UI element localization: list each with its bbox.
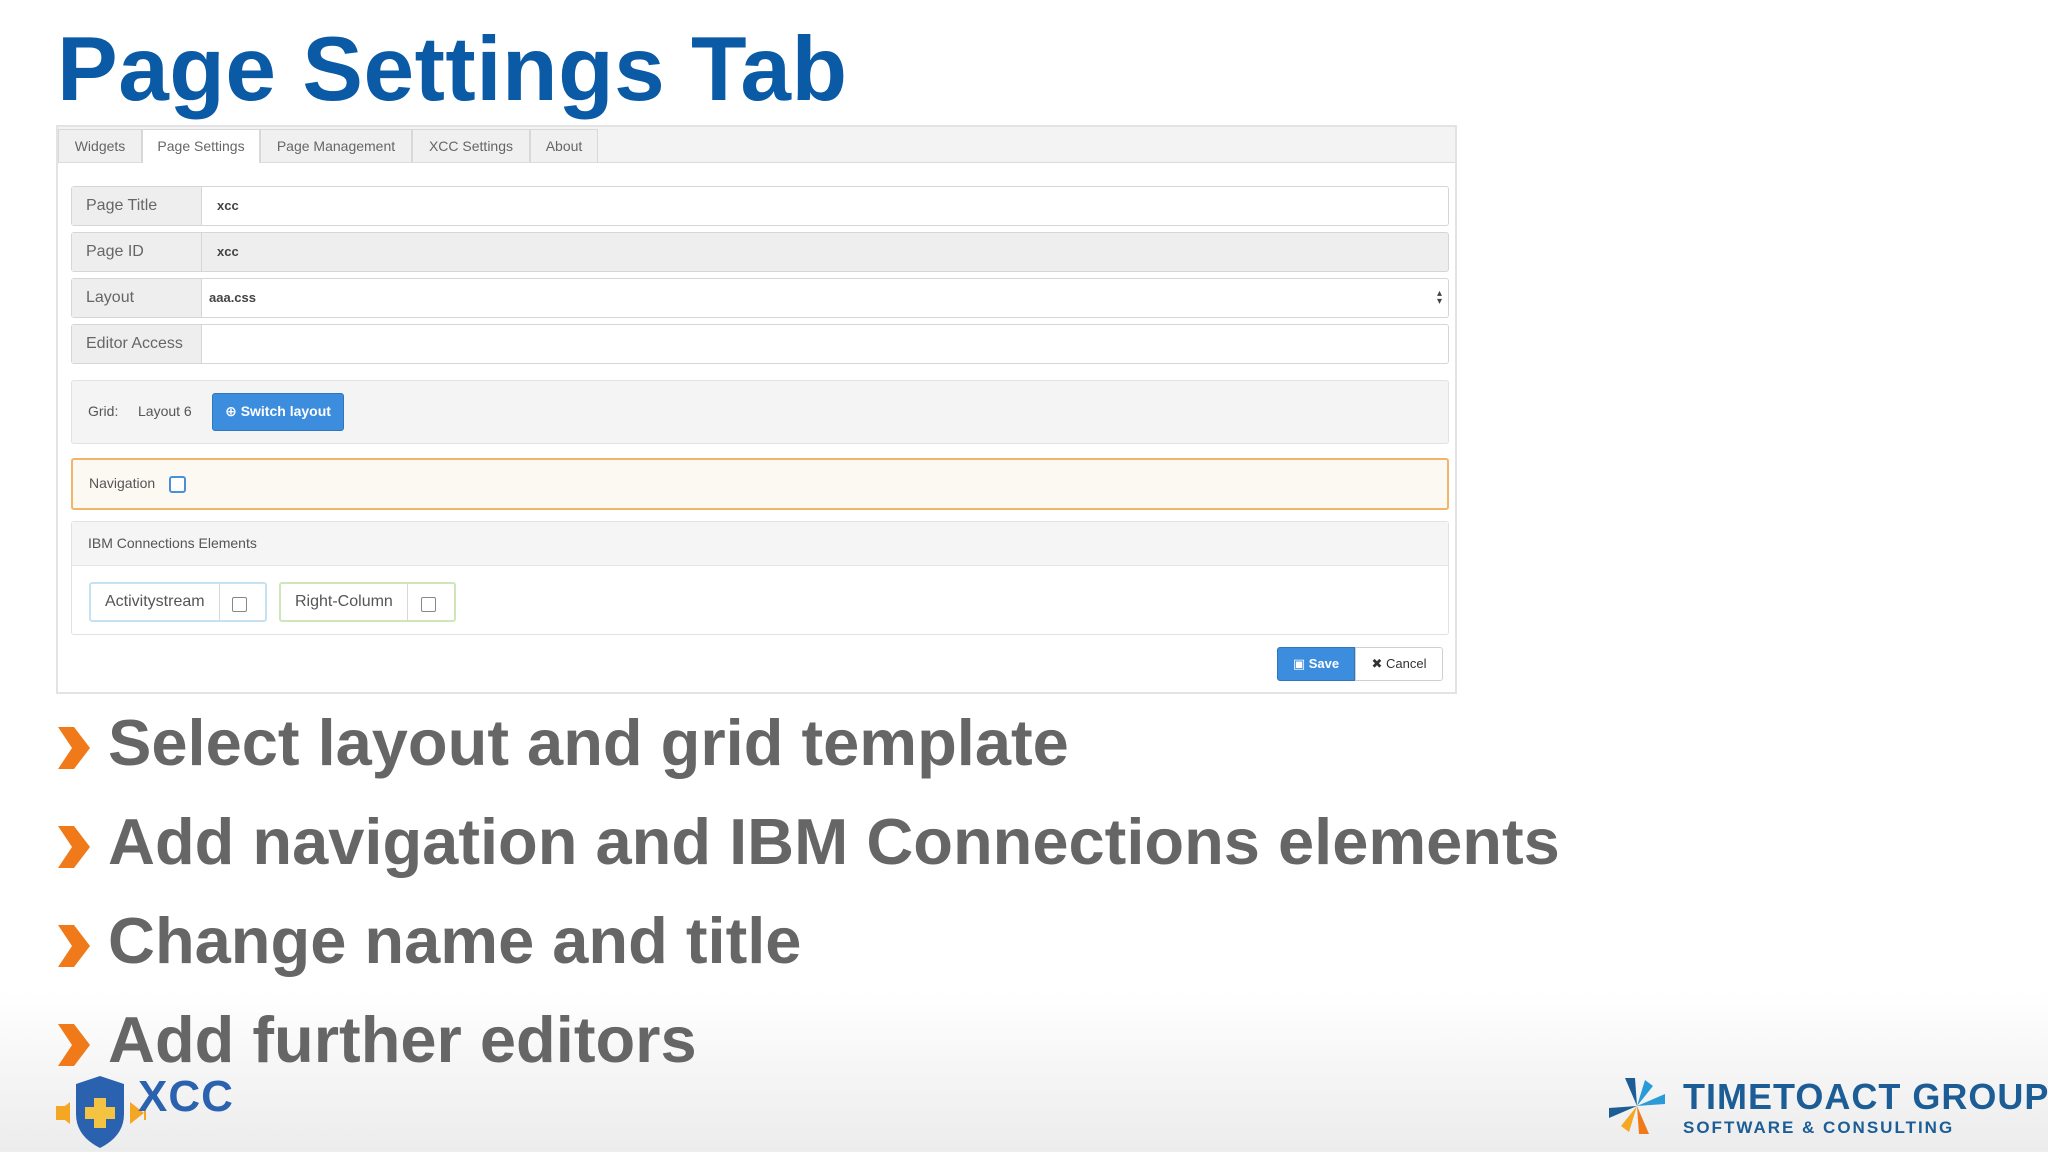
cancel-label: Cancel xyxy=(1386,656,1427,671)
grid-section: Grid: Layout 6 ⊕ Switch layout xyxy=(71,380,1449,444)
timetoact-logo: TIMETOACT GROUP SOFTWARE & CONSULTING xyxy=(1605,1076,2048,1146)
editor-access-label: Editor Access xyxy=(72,325,202,363)
page-id-field: Page ID xcc xyxy=(71,232,1449,272)
tab-page-management[interactable]: Page Management xyxy=(260,129,412,162)
right-column-toggle[interactable]: Right-Column xyxy=(279,582,456,622)
activitystream-checkbox[interactable] xyxy=(232,597,247,612)
cancel-button[interactable]: ✖ Cancel xyxy=(1355,647,1443,681)
bullet-text: Select layout and grid template xyxy=(108,706,1069,779)
chevron-right-icon xyxy=(58,1024,90,1066)
tab-bar: Widgets Page Settings Page Management XC… xyxy=(58,127,1455,163)
page-title-field[interactable]: Page Title xcc xyxy=(71,186,1449,226)
navigation-checkbox[interactable] xyxy=(169,476,186,493)
timetoact-subtitle: SOFTWARE & CONSULTING xyxy=(1683,1118,1955,1137)
switch-layout-button[interactable]: ⊕ Switch layout xyxy=(212,393,344,431)
close-icon: ✖ xyxy=(1371,656,1383,671)
timetoact-wordmark: TIMETOACT GROUP xyxy=(1683,1076,2048,1117)
tab-xcc-settings[interactable]: XCC Settings xyxy=(412,129,530,162)
page-id-label: Page ID xyxy=(72,233,202,271)
right-column-checkbox[interactable] xyxy=(421,597,436,612)
tab-page-settings[interactable]: Page Settings xyxy=(142,129,260,163)
bullet-text: Add further editors xyxy=(108,1003,697,1076)
activitystream-label: Activitystream xyxy=(91,584,220,620)
ibm-elements-heading: IBM Connections Elements xyxy=(72,522,1448,566)
grid-value: Layout 6 xyxy=(138,403,192,419)
navigation-label: Navigation xyxy=(89,475,156,491)
bullet-text: Change name and title xyxy=(108,904,802,977)
floppy-disk-icon: ▣ xyxy=(1292,656,1306,671)
page-title-value[interactable]: xcc xyxy=(217,187,239,225)
save-button[interactable]: ▣ Save xyxy=(1277,647,1355,681)
layout-select[interactable]: Layout aaa.css ▴ ▾ xyxy=(71,278,1449,318)
ibm-elements-section: IBM Connections Elements Activitystream … xyxy=(71,521,1449,635)
page-id-value: xcc xyxy=(217,244,239,259)
layout-value[interactable]: aaa.css xyxy=(209,279,256,317)
xcc-wordmark: XCC xyxy=(138,1072,234,1121)
save-label: Save xyxy=(1308,656,1340,671)
right-column-label: Right-Column xyxy=(281,584,408,620)
grid-label: Grid: xyxy=(88,403,119,419)
switch-layout-label: Switch layout xyxy=(240,403,331,419)
activitystream-toggle[interactable]: Activitystream xyxy=(89,582,267,622)
navigation-section: Navigation xyxy=(71,458,1449,510)
xcc-shield-icon xyxy=(56,1076,156,1148)
chevron-right-icon xyxy=(58,727,90,769)
page-title-label: Page Title xyxy=(72,187,202,225)
bullet-text: Add navigation and IBM Connections eleme… xyxy=(108,805,1560,878)
tab-about[interactable]: About xyxy=(530,129,598,162)
chevron-right-icon xyxy=(58,826,90,868)
editor-access-field[interactable]: Editor Access xyxy=(71,324,1449,364)
page-settings-panel: Widgets Page Settings Page Management XC… xyxy=(56,125,1457,694)
tab-widgets[interactable]: Widgets xyxy=(58,129,142,162)
timetoact-star-icon xyxy=(1609,1078,1665,1134)
layout-label: Layout xyxy=(72,279,202,317)
chevron-right-icon xyxy=(58,925,90,967)
plus-circle-icon: ⊕ xyxy=(225,403,237,419)
select-arrows-icon: ▴ ▾ xyxy=(1436,288,1442,307)
xcc-logo: XCC xyxy=(56,1072,236,1148)
slide-title: Page Settings Tab xyxy=(57,19,848,120)
